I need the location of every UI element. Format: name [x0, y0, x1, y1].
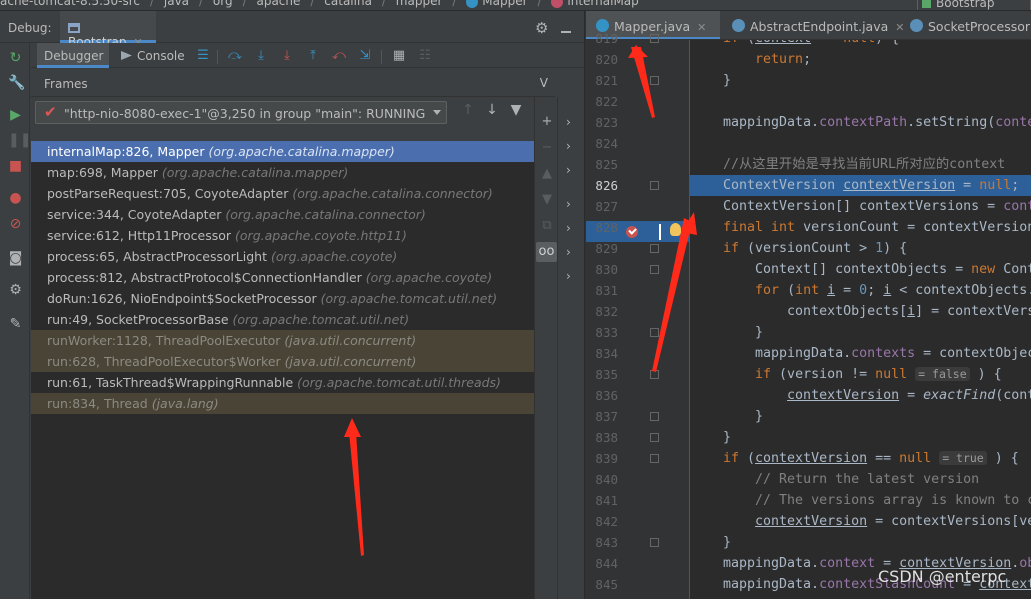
annotation-arrow-frames	[349, 432, 364, 556]
annotation-arrowhead-tab	[628, 45, 648, 58]
annotation-arrow-line	[652, 218, 692, 372]
annotation-arrows	[344, 45, 697, 556]
annotation-arrowhead-frames	[344, 418, 361, 437]
